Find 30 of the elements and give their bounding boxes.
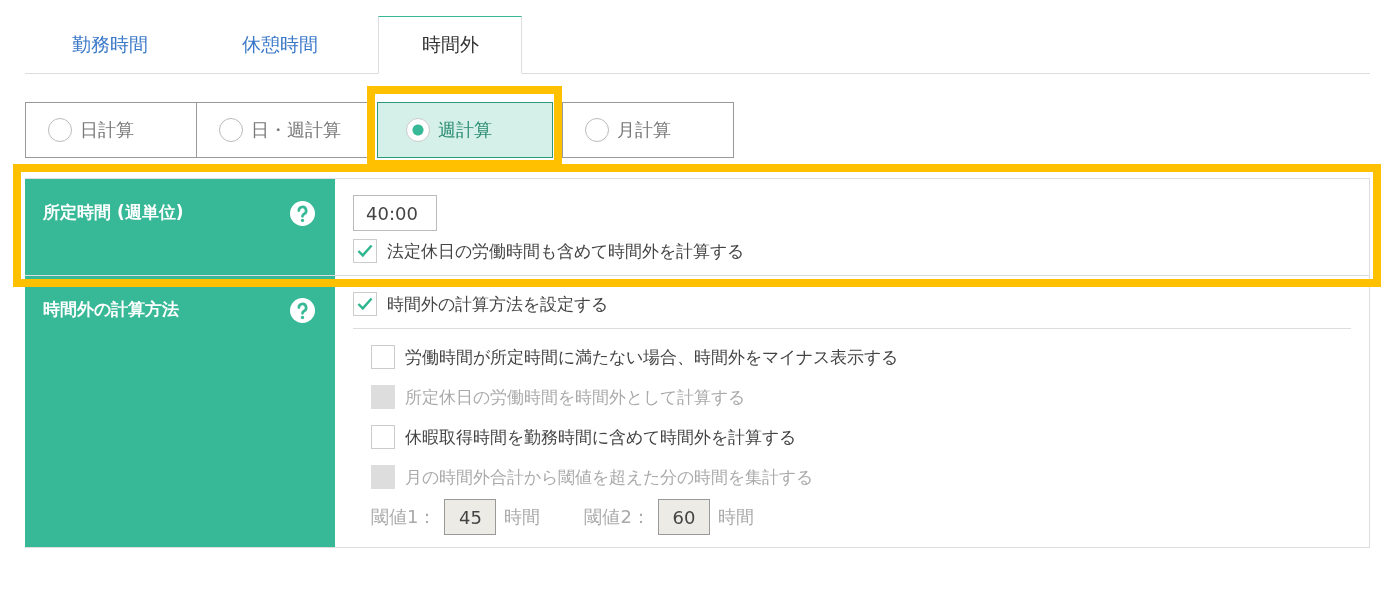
tab[interactable]: 休憩時間 <box>195 16 365 74</box>
checkbox[interactable] <box>371 345 395 369</box>
threshold-label: 閾値1： <box>371 505 437 529</box>
radio-segment[interactable]: 日・週計算 <box>196 102 368 158</box>
threshold-label: 閾値2： <box>584 505 650 529</box>
checkbox[interactable] <box>371 425 395 449</box>
row-label: 所定時間 (週単位) <box>43 201 184 224</box>
checkbox[interactable] <box>353 292 377 316</box>
checkbox-label: 時間外の計算方法を設定する <box>387 292 608 316</box>
unit-label: 時間 <box>504 505 541 529</box>
help-icon[interactable] <box>290 201 315 226</box>
radio-segment[interactable]: 月計算 <box>562 102 734 158</box>
time-field[interactable]: 40:00 <box>353 195 437 231</box>
help-icon[interactable] <box>290 298 315 323</box>
checkbox-label: 所定休日の労働時間を時間外として計算する <box>405 385 745 409</box>
radio-icon <box>219 118 243 142</box>
unit-label: 時間 <box>717 505 754 529</box>
tab[interactable]: 勤務時間 <box>25 16 195 74</box>
checkbox-label: 休暇取得時間を勤務時間に含めて時間外を計算する <box>405 425 796 449</box>
tab[interactable]: 時間外 <box>378 16 522 74</box>
checkbox-label: 月の時間外合計から閾値を超えた分の時間を集計する <box>405 465 813 489</box>
radio-icon <box>585 118 609 142</box>
checkbox[interactable] <box>353 239 377 263</box>
radio-segment[interactable]: 週計算 <box>377 102 553 158</box>
radio-segment[interactable]: 日計算 <box>25 102 197 158</box>
row-label: 時間外の計算方法 <box>43 298 179 321</box>
radio-icon <box>48 118 72 142</box>
checkbox-label: 労働時間が所定時間に満たない場合、時間外をマイナス表示する <box>405 345 898 369</box>
checkbox-label: 法定休日の労働時間も含めて時間外を計算する <box>387 239 744 263</box>
radio-icon <box>406 118 430 142</box>
